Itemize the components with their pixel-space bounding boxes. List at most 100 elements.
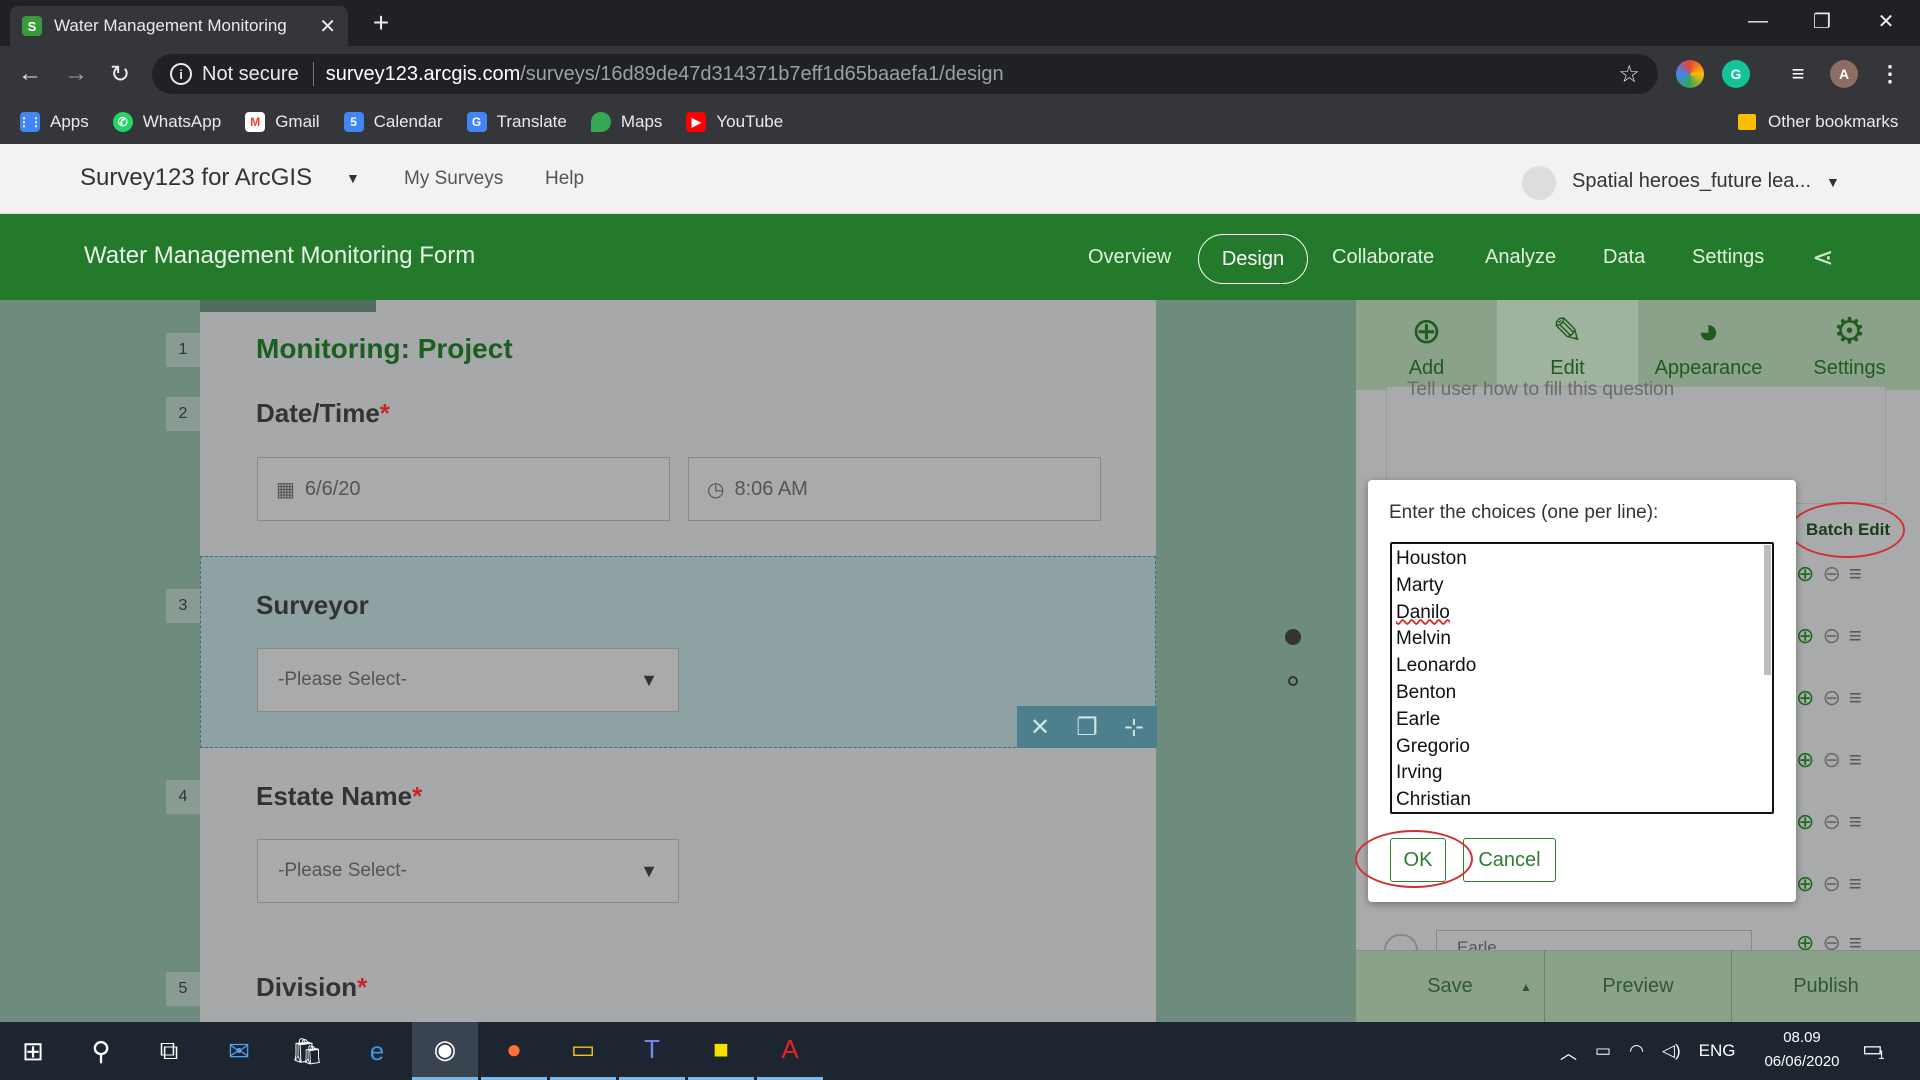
duplicate-icon[interactable]: ❐: [1076, 713, 1098, 742]
bookmark-maps[interactable]: Maps: [590, 112, 662, 132]
drag-handle-icon[interactable]: ≡: [1849, 747, 1862, 773]
remove-choice-icon[interactable]: ⊖: [1822, 871, 1840, 897]
sticky-notes-icon[interactable]: ■: [688, 1022, 754, 1080]
search-icon[interactable]: ⚲: [68, 1022, 134, 1080]
move-icon[interactable]: ⊹: [1124, 713, 1144, 742]
remove-choice-icon[interactable]: ⊖: [1822, 747, 1840, 773]
volume-icon[interactable]: ◁): [1662, 1041, 1681, 1061]
add-choice-icon[interactable]: ⊕: [1796, 809, 1814, 835]
panel-tab-add[interactable]: ⊕ Add: [1356, 300, 1497, 390]
bookmark-star-icon[interactable]: ☆: [1618, 60, 1640, 89]
surveyor-select[interactable]: -Please Select- ▼: [257, 648, 679, 712]
clock[interactable]: 08.09 06/06/2020: [1752, 1026, 1852, 1074]
drag-handle-icon[interactable]: ≡: [1849, 623, 1862, 649]
drag-handle-icon[interactable]: ≡: [1849, 871, 1862, 897]
browser-menu-icon[interactable]: ⋮: [1876, 60, 1904, 88]
browser-tab[interactable]: S Water Management Monitoring ✕: [10, 6, 348, 46]
user-name[interactable]: Spatial heroes_future lea...: [1572, 170, 1811, 193]
add-choice-icon[interactable]: ⊕: [1796, 623, 1814, 649]
question-label[interactable]: Estate Name*: [256, 781, 422, 812]
drag-handle-icon[interactable]: ≡: [1849, 561, 1862, 587]
media-queue-icon[interactable]: ≡: [1784, 60, 1812, 88]
scroll-dot-active[interactable]: [1285, 629, 1301, 645]
cancel-button[interactable]: Cancel: [1463, 838, 1556, 882]
panel-tab-appearance[interactable]: ◕ Appearance: [1638, 300, 1779, 390]
publish-button[interactable]: Publish: [1732, 950, 1920, 1022]
teams-icon[interactable]: T: [619, 1022, 685, 1080]
delete-icon[interactable]: ✕: [1030, 713, 1050, 742]
question-label[interactable]: Date/Time*: [256, 398, 390, 429]
file-explorer-icon[interactable]: ▭: [550, 1022, 616, 1080]
remove-choice-icon[interactable]: ⊖: [1822, 623, 1840, 649]
bookmark-gmail[interactable]: M Gmail: [245, 112, 320, 132]
app-name[interactable]: Survey123 for ArcGIS: [80, 164, 312, 192]
date-input[interactable]: ▦ 6/6/20: [257, 457, 670, 521]
user-menu-caret-icon[interactable]: ▼: [1826, 174, 1840, 190]
color-extension-icon[interactable]: [1676, 60, 1704, 88]
edge-icon[interactable]: e: [344, 1022, 410, 1080]
remove-choice-icon[interactable]: ⊖: [1822, 561, 1840, 587]
remove-choice-icon[interactable]: ⊖: [1822, 685, 1840, 711]
store-icon[interactable]: 🛍: [274, 1022, 340, 1080]
question-label[interactable]: Division*: [256, 972, 367, 1003]
back-button[interactable]: ←: [12, 56, 48, 92]
time-input[interactable]: ◷ 8:06 AM: [688, 457, 1101, 521]
tab-data[interactable]: Data: [1603, 246, 1645, 269]
save-options-caret-icon[interactable]: ▲: [1520, 980, 1532, 994]
bookmark-youtube[interactable]: ▶ YouTube: [686, 112, 783, 132]
minimize-button[interactable]: —: [1726, 0, 1790, 42]
address-bar[interactable]: i Not secure survey123.arcgis.com/survey…: [152, 54, 1658, 94]
save-button[interactable]: Save: [1356, 950, 1544, 1022]
acrobat-icon[interactable]: A: [757, 1022, 823, 1080]
user-avatar[interactable]: [1522, 166, 1556, 200]
other-bookmarks[interactable]: Other bookmarks: [1738, 100, 1898, 144]
firefox-icon[interactable]: ●: [481, 1022, 547, 1080]
mail-icon[interactable]: ✉: [206, 1022, 272, 1080]
info-icon[interactable]: i: [170, 63, 192, 85]
add-choice-icon[interactable]: ⊕: [1796, 747, 1814, 773]
bookmark-translate[interactable]: G Translate: [466, 112, 567, 132]
add-choice-icon[interactable]: ⊕: [1796, 685, 1814, 711]
battery-icon[interactable]: ▭: [1595, 1041, 1611, 1061]
drag-handle-icon[interactable]: ≡: [1849, 685, 1862, 711]
app-menu-caret-icon[interactable]: ▼: [346, 170, 360, 186]
profile-avatar[interactable]: A: [1830, 60, 1858, 88]
estate-name-select[interactable]: -Please Select- ▼: [257, 839, 679, 903]
wifi-icon[interactable]: ◠: [1629, 1041, 1644, 1061]
tab-collaborate[interactable]: Collaborate: [1332, 246, 1434, 269]
bookmark-whatsapp[interactable]: ✆ WhatsApp: [112, 112, 221, 132]
preview-button[interactable]: Preview: [1545, 950, 1731, 1022]
scroll-dot[interactable]: [1288, 676, 1298, 686]
tab-design[interactable]: Design: [1198, 234, 1308, 284]
tray-chevron-icon[interactable]: ︿: [1560, 1039, 1577, 1064]
textarea-scrollbar[interactable]: [1764, 545, 1771, 675]
panel-tab-edit[interactable]: ✎ Edit: [1497, 300, 1638, 390]
forward-button[interactable]: →: [58, 56, 94, 92]
add-choice-icon[interactable]: ⊕: [1796, 871, 1814, 897]
new-tab-button[interactable]: +: [364, 6, 398, 40]
tab-settings[interactable]: Settings: [1692, 246, 1764, 269]
question-label[interactable]: Surveyor: [256, 590, 369, 621]
close-window-button[interactable]: ✕: [1854, 0, 1918, 42]
notification-center-icon[interactable]: ▭ 1: [1862, 1036, 1892, 1066]
nav-my-surveys[interactable]: My Surveys: [404, 168, 503, 190]
reload-button[interactable]: ↻: [102, 56, 138, 92]
drag-handle-icon[interactable]: ≡: [1849, 809, 1862, 835]
windows-start-icon[interactable]: ⊞: [0, 1022, 66, 1080]
tab-overview[interactable]: Overview: [1088, 246, 1171, 269]
bookmark-apps[interactable]: ⋮⋮ Apps: [18, 112, 89, 132]
remove-choice-icon[interactable]: ⊖: [1822, 809, 1840, 835]
choice-input-partial[interactable]: Earle: [1436, 930, 1752, 950]
chrome-icon[interactable]: ◉: [412, 1022, 478, 1080]
nav-help[interactable]: Help: [545, 168, 584, 190]
restore-button[interactable]: ❐: [1790, 0, 1854, 42]
bookmark-calendar[interactable]: 5 Calendar: [343, 112, 443, 132]
tab-analyze[interactable]: Analyze: [1485, 246, 1556, 269]
add-choice-icon[interactable]: ⊕: [1796, 561, 1814, 587]
task-view-icon[interactable]: ⧉: [136, 1022, 202, 1080]
share-icon[interactable]: ⋖: [1812, 242, 1834, 273]
close-tab-icon[interactable]: ✕: [319, 14, 336, 39]
question-label[interactable]: Monitoring: Project: [256, 333, 513, 365]
panel-tab-settings[interactable]: ⚙ Settings: [1779, 300, 1920, 390]
choices-textarea[interactable]: Houston Marty Danilo Melvin Leonardo Ben…: [1390, 542, 1774, 814]
